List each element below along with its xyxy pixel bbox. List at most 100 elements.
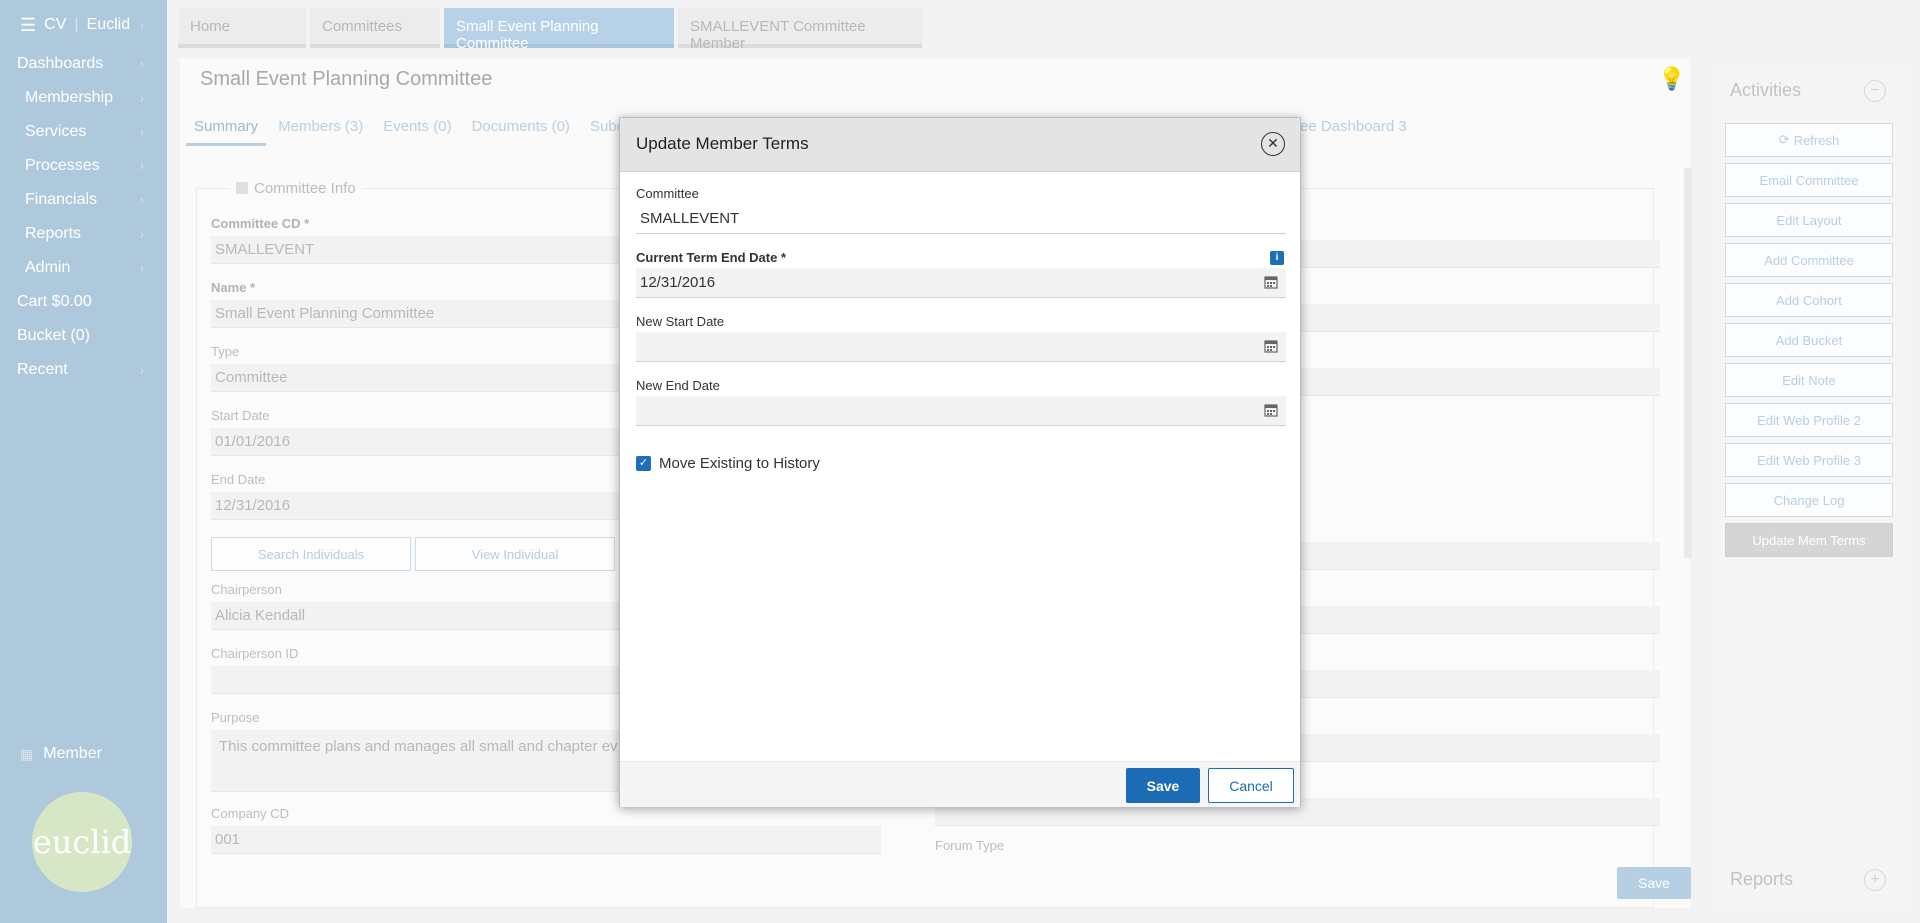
dialog-title: Update Member Terms: [636, 134, 809, 153]
committee-field[interactable]: SMALLEVENT: [636, 204, 1286, 234]
right-select-2[interactable]: [1260, 368, 1660, 396]
dialog-header: Update Member Terms ✕: [620, 118, 1300, 172]
sidebar-item-dashboards[interactable]: Dashboards ›: [0, 50, 167, 78]
purpose-label: Purpose: [211, 710, 260, 725]
edit-web-profile-2-button[interactable]: Edit Web Profile 2: [1725, 403, 1893, 437]
right-select-1[interactable]: [1260, 304, 1660, 332]
tab-small-event-planning-committee[interactable]: Small Event Planning Committee: [444, 8, 674, 52]
member-label: Member: [43, 745, 102, 762]
view-individual-button[interactable]: View Individual: [415, 537, 615, 571]
move-existing-to-history[interactable]: ✓ Move Existing to History: [636, 455, 820, 472]
committee-cd-label: Committee CD *: [211, 216, 310, 231]
add-cohort-button[interactable]: Add Cohort: [1725, 283, 1893, 317]
sidebar-item-admin[interactable]: Admin ›: [0, 254, 167, 282]
brand[interactable]: ☰ CV | Euclid ›: [0, 0, 167, 50]
chevron-right-icon: ›: [140, 261, 144, 275]
calendar-icon[interactable]: [1264, 339, 1278, 353]
brand-left: CV: [44, 16, 67, 33]
calendar-icon[interactable]: [1264, 403, 1278, 417]
move-existing-label: Move Existing to History: [659, 455, 820, 472]
dialog-cancel-button[interactable]: Cancel: [1208, 768, 1294, 803]
brand-right: Euclid: [86, 16, 131, 33]
chairperson-id-label: Chairperson ID: [211, 646, 299, 661]
collapse-activities-icon[interactable]: −: [1864, 80, 1886, 102]
current-term-end-label: Current Term End Date *: [636, 250, 787, 265]
brand-separator: |: [74, 16, 79, 33]
activities-title: Activities: [1730, 80, 1802, 100]
info-icon[interactable]: i: [1270, 251, 1284, 265]
sidebar-item-processes[interactable]: Processes ›: [0, 152, 167, 180]
sidebar-item-cart-0-00[interactable]: Cart $0.00: [0, 288, 167, 316]
sidebar: ☰ CV | Euclid › Dashboards › Membership › Se…: [0, 0, 167, 923]
edit-layout-button[interactable]: Edit Layout: [1725, 203, 1893, 237]
refresh-icon: ⟳: [1778, 132, 1790, 147]
tab-smallevent-committee-member[interactable]: SMALLEVENT Committee Member: [678, 8, 922, 52]
sidebar-item-recent[interactable]: Recent ›: [0, 356, 167, 384]
new-end-date-field[interactable]: [636, 396, 1286, 426]
chevron-right-icon: ›: [140, 193, 144, 207]
right-field-2[interactable]: [1260, 542, 1660, 570]
sidebar-item-membership[interactable]: Membership ›: [0, 84, 167, 112]
add-committee-button[interactable]: Add Committee: [1725, 243, 1893, 277]
update-member-terms-dialog: Update Member Terms ✕ Committee SMALLEVE…: [619, 117, 1301, 807]
subtab-summary[interactable]: Summary: [186, 118, 267, 146]
checkbox-checked-icon[interactable]: ✓: [636, 456, 651, 471]
building-icon: ▦: [20, 745, 34, 762]
sidebar-item-services[interactable]: Services ›: [0, 118, 167, 146]
edit-note-button[interactable]: Edit Note: [1725, 363, 1893, 397]
company-cd-select[interactable]: 001: [211, 826, 881, 854]
sidebar-item-reports[interactable]: Reports ›: [0, 220, 167, 248]
subtab-events[interactable]: Events (0): [375, 118, 459, 146]
tab-home[interactable]: Home: [178, 8, 306, 48]
edit-web-profile-3-button[interactable]: Edit Web Profile 3: [1725, 443, 1893, 477]
forum-type-label: Forum Type: [935, 838, 1005, 853]
euclid-logo: euclid: [32, 792, 132, 892]
subtab-members[interactable]: Members (3): [270, 118, 371, 146]
current-term-end-field[interactable]: 12/31/2016: [636, 268, 1286, 298]
chevron-right-icon: ›: [140, 159, 144, 173]
save-button[interactable]: Save: [1617, 867, 1691, 899]
start-date-label: Start Date: [211, 408, 270, 423]
right-field-3[interactable]: [1260, 606, 1660, 634]
expand-reports-icon[interactable]: +: [1864, 869, 1886, 891]
subtab-dashboard[interactable]: ee Dashboard 3: [1300, 118, 1407, 135]
change-log-button[interactable]: Change Log: [1725, 483, 1893, 517]
name-label: Name *: [211, 280, 256, 295]
chevron-right-icon: ›: [140, 363, 144, 377]
chevron-right-icon: ›: [140, 91, 144, 105]
calendar-icon[interactable]: [1264, 275, 1278, 289]
email-committee-button[interactable]: Email Committee: [1725, 163, 1893, 197]
committee-label: Committee: [636, 186, 699, 201]
collapse-icon: [236, 182, 248, 194]
update-mem-terms-button[interactable]: Update Mem Terms: [1725, 523, 1893, 557]
sidebar-item-bucket-0[interactable]: Bucket (0): [0, 322, 167, 350]
search-individuals-button[interactable]: Search Individuals: [211, 537, 411, 571]
sidebar-item-financials[interactable]: Financials ›: [0, 186, 167, 214]
end-date-label: End Date: [211, 472, 266, 487]
dialog-footer: Save Cancel: [620, 761, 1300, 807]
hamburger-icon[interactable]: ☰: [20, 15, 36, 36]
top-tabs: Home Committees Small Event Planning Com…: [178, 8, 926, 52]
chevron-right-icon: ›: [140, 18, 144, 32]
subtab-documents[interactable]: Documents (0): [464, 118, 578, 146]
chairperson-label: Chairperson: [211, 582, 282, 597]
reports-title: Reports: [1730, 869, 1794, 889]
activities-panel: Activities − ⟳ Refresh Email Committee Edi…: [1714, 66, 1910, 913]
lightbulb-icon[interactable]: 💡: [1658, 66, 1685, 92]
add-bucket-button[interactable]: Add Bucket: [1725, 323, 1893, 357]
sidebar-item-member[interactable]: ▦ Member: [20, 745, 102, 763]
tab-committees[interactable]: Committees: [310, 8, 440, 48]
chevron-right-icon: ›: [140, 125, 144, 139]
committee-info-title[interactable]: Committee Info: [230, 180, 362, 197]
new-start-date-field[interactable]: [636, 332, 1286, 362]
right-field-1[interactable]: [1260, 240, 1660, 268]
close-icon[interactable]: ✕: [1261, 132, 1285, 156]
right-field-4[interactable]: [1260, 670, 1660, 698]
subtabs: Summary Members (3) Events (0) Documents…: [186, 118, 636, 146]
chevron-right-icon: ›: [140, 57, 144, 71]
main-scrollbar[interactable]: [1683, 158, 1693, 858]
dialog-save-button[interactable]: Save: [1126, 768, 1200, 803]
refresh-button[interactable]: ⟳ Refresh: [1725, 123, 1893, 157]
company-cd-label: Company CD: [211, 806, 290, 821]
chevron-right-icon: ›: [140, 227, 144, 241]
